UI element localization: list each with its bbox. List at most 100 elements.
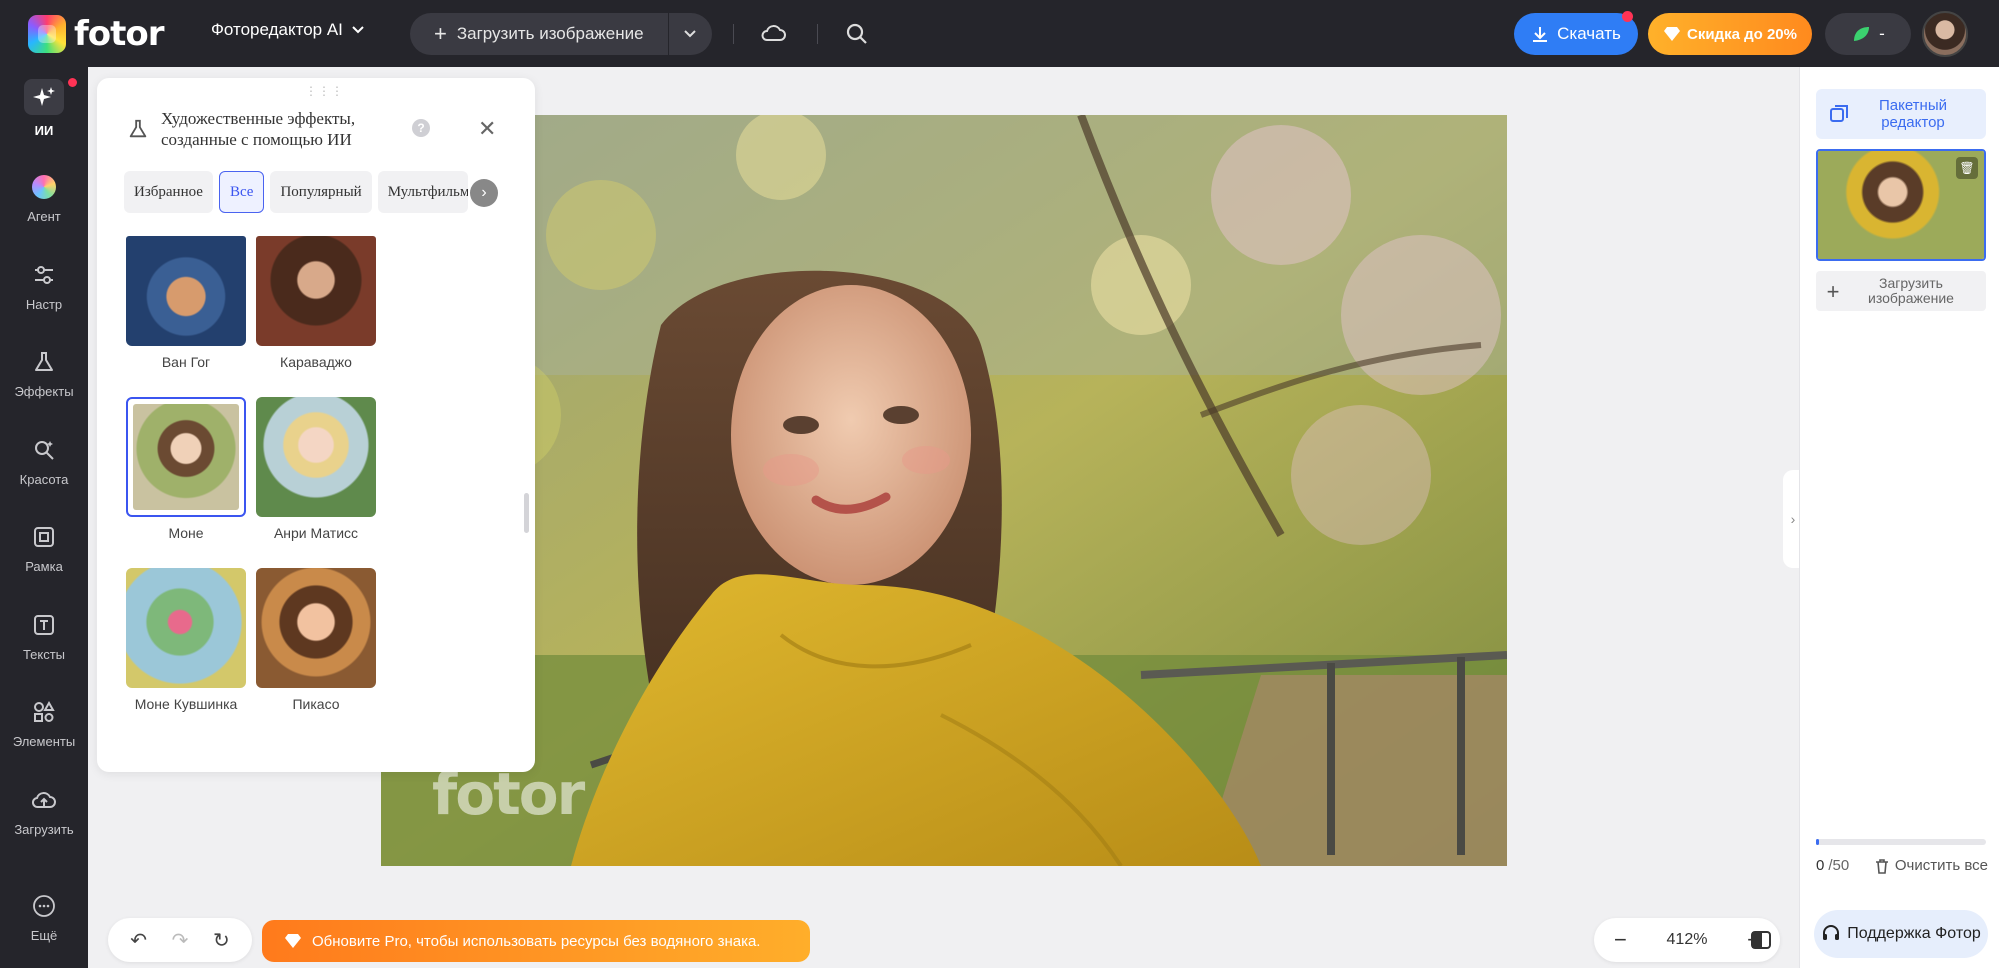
sidebar-item-label: Элементы bbox=[12, 734, 76, 749]
image-thumbnail[interactable]: 🗑 bbox=[1816, 149, 1986, 261]
sidebar-item-adjust[interactable]: Настр bbox=[0, 261, 88, 339]
sidebar-item-more[interactable]: Ещё bbox=[0, 892, 88, 968]
history-controls: ↶ ↷ ↻ bbox=[108, 918, 252, 962]
sliders-icon bbox=[30, 261, 58, 289]
notification-dot bbox=[1622, 11, 1633, 22]
effect-label: Моне bbox=[168, 525, 204, 541]
canvas-image[interactable] bbox=[381, 115, 1507, 866]
compare-icon[interactable] bbox=[1750, 929, 1772, 951]
portrait-painting bbox=[381, 115, 1507, 866]
download-label: Скачать bbox=[1557, 24, 1621, 43]
toolbar-divider bbox=[733, 24, 734, 44]
credits-button[interactable]: - bbox=[1825, 13, 1911, 55]
editor-menu[interactable]: Фоторедактор AI bbox=[211, 20, 365, 40]
support-button[interactable]: Поддержка Фотор bbox=[1814, 910, 1988, 958]
color-orb-icon bbox=[30, 173, 58, 201]
sidebar-item-label: Красота bbox=[19, 472, 69, 487]
redo-icon[interactable]: ↷ bbox=[172, 928, 189, 953]
upload-options-button[interactable] bbox=[667, 13, 712, 55]
effect-label: Пикасо bbox=[292, 696, 340, 712]
upgrade-pro-text: Обновите Pro, чтобы использовать ресурсы… bbox=[312, 932, 761, 950]
sidebar-item-label: Загрузить bbox=[14, 822, 74, 837]
effect-caravaggio[interactable]: Караваджо bbox=[256, 236, 376, 370]
batch-icon bbox=[1830, 105, 1848, 122]
sidebar-item-text[interactable]: Тексты bbox=[0, 611, 88, 689]
chevron-down-icon bbox=[352, 26, 364, 34]
sidebar-item-label: Ещё bbox=[30, 928, 58, 943]
add-image-button[interactable]: + Загрузить изображение bbox=[1816, 271, 1986, 311]
sidebar-item-upload[interactable]: Загрузить bbox=[0, 786, 88, 864]
sparkles-icon bbox=[24, 79, 64, 115]
undo-icon[interactable]: ↶ bbox=[130, 928, 147, 953]
close-icon[interactable]: ✕ bbox=[478, 116, 496, 142]
download-button[interactable]: Скачать bbox=[1514, 13, 1638, 55]
drag-handle-icon[interactable]: ⋮⋮⋮ bbox=[305, 84, 344, 98]
search-icon[interactable] bbox=[843, 20, 871, 48]
panel-scrollbar[interactable] bbox=[524, 493, 529, 533]
sidebar-item-effects[interactable]: Эффекты bbox=[0, 348, 88, 426]
zoom-level: 412% bbox=[1666, 931, 1708, 948]
sidebar-item-ai[interactable]: ИИ bbox=[0, 79, 88, 157]
clear-all-label: Очистить все bbox=[1894, 857, 1988, 874]
credits-label: - bbox=[1879, 24, 1885, 43]
cloud-icon[interactable] bbox=[759, 20, 787, 48]
magic-wand-icon bbox=[30, 436, 58, 464]
sidebar-item-agent[interactable]: Агент bbox=[0, 173, 88, 251]
logo-text: fotor bbox=[74, 14, 165, 54]
add-image-label: Загрузить изображение bbox=[1868, 275, 1954, 306]
sidebar-item-elements[interactable]: Элементы bbox=[0, 698, 88, 776]
help-icon[interactable]: ? bbox=[412, 119, 430, 137]
effect-van-gogh[interactable]: Ван Гог bbox=[126, 236, 246, 370]
upload-image-button[interactable]: + Загрузить изображение bbox=[410, 13, 668, 55]
batch-editor-button[interactable]: Пакетный редактор bbox=[1816, 89, 1986, 139]
sidebar-item-label: Эффекты bbox=[14, 384, 74, 399]
trash-icon bbox=[1875, 858, 1888, 874]
top-bar: fotor Фоторедактор AI + Загрузить изобра… bbox=[0, 0, 1999, 67]
frame-icon bbox=[30, 523, 58, 551]
diamond-icon bbox=[285, 934, 301, 948]
upgrade-pro-banner[interactable]: Обновите Pro, чтобы использовать ресурсы… bbox=[262, 920, 810, 962]
leaf-icon bbox=[1854, 27, 1870, 41]
effect-picasso[interactable]: Пикасо bbox=[256, 568, 376, 712]
upload-image-label: Загрузить изображение bbox=[456, 24, 644, 43]
image-count-current: 0 bbox=[1816, 857, 1825, 874]
clear-all-button[interactable]: Очистить все bbox=[1875, 857, 1988, 874]
upload-progress-fill bbox=[1816, 839, 1820, 845]
tab-popular[interactable]: Популярный bbox=[270, 171, 372, 213]
plus-icon: + bbox=[434, 21, 447, 46]
zoom-out-button[interactable]: − bbox=[1614, 927, 1627, 953]
effect-monet-water-lily[interactable]: Моне Кувшинка bbox=[126, 568, 246, 712]
upload-progress-bar bbox=[1816, 839, 1986, 845]
batch-editor-label: Пакетный редактор bbox=[1878, 97, 1947, 131]
discount-button[interactable]: Скидка до 20% bbox=[1648, 13, 1812, 55]
sidebar-item-beauty[interactable]: Красота bbox=[0, 436, 88, 514]
chevron-right-icon[interactable]: › bbox=[470, 179, 498, 207]
upload-group: + Загрузить изображение bbox=[410, 13, 712, 55]
effect-henri-matisse[interactable]: Анри Матисс bbox=[256, 397, 376, 541]
panel-title: Художественные эффекты, созданные с помо… bbox=[161, 109, 356, 149]
effect-thumbnail bbox=[126, 397, 246, 517]
fotor-logo[interactable]: fotor bbox=[28, 14, 165, 54]
image-count-total: /50 bbox=[1828, 857, 1850, 874]
effect-label: Анри Матисс bbox=[273, 525, 359, 541]
image-count-row: 0 /50 Очистить все bbox=[1816, 857, 1988, 874]
sidebar-item-frame[interactable]: Рамка bbox=[0, 523, 88, 601]
chevron-down-icon bbox=[684, 30, 696, 38]
notification-dot bbox=[68, 78, 77, 87]
trash-icon[interactable]: 🗑 bbox=[1956, 157, 1978, 179]
ai-effects-panel: ⋮⋮⋮ Художественные эффекты, созданные с … bbox=[97, 78, 535, 772]
tab-all[interactable]: Все bbox=[218, 171, 265, 213]
text-icon bbox=[30, 611, 58, 639]
effect-thumbnail bbox=[126, 568, 246, 688]
effect-thumbnail bbox=[256, 236, 376, 346]
tab-favorites[interactable]: Избранное bbox=[124, 171, 213, 213]
editor-menu-label: Фоторедактор AI bbox=[211, 20, 343, 39]
right-panel: Пакетный редактор 🗑 + Загрузить изображе… bbox=[1799, 67, 1999, 968]
tab-cartoon[interactable]: Мультфильм bbox=[377, 171, 468, 213]
effect-monet[interactable]: Моне bbox=[126, 397, 246, 541]
effect-label: Моне Кувшинка bbox=[134, 696, 238, 712]
discount-label: Скидка до 20% bbox=[1687, 25, 1797, 43]
shapes-icon bbox=[30, 698, 58, 726]
reset-icon[interactable]: ↻ bbox=[213, 928, 230, 953]
user-avatar[interactable] bbox=[1922, 11, 1968, 57]
